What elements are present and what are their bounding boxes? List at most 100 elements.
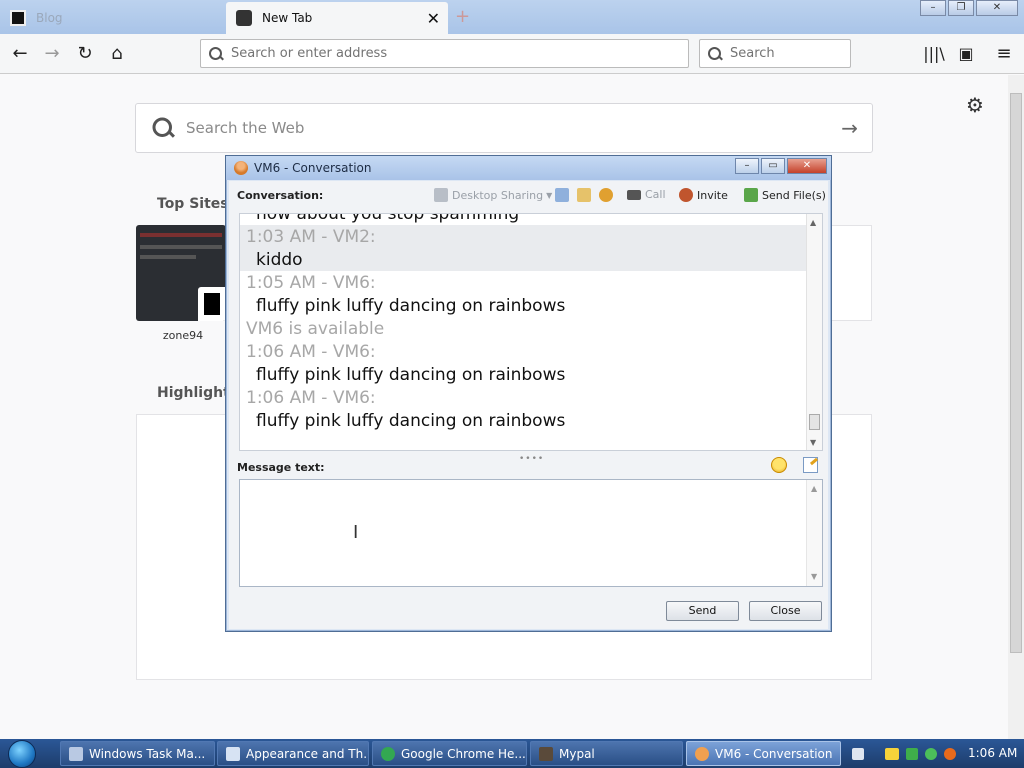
scroll-down-icon[interactable]: ▼ (811, 572, 817, 581)
top-sites-heading: Top Sites (157, 196, 229, 212)
search-bar[interactable]: Search (699, 39, 851, 68)
search-tray-icon[interactable] (944, 747, 956, 760)
dialog-maximize-button[interactable]: ▭ (761, 158, 785, 174)
message-meta: 1:03 AM - VM2: (246, 227, 376, 247)
tab-new-tab[interactable]: New Tab ✕ (226, 2, 448, 34)
tab-blog[interactable]: Blog (0, 2, 225, 34)
contact-info-button[interactable] (577, 188, 595, 202)
top-site-placeholder (826, 225, 872, 321)
message-meta: 1:05 AM - VM6: (246, 273, 376, 293)
tab-label: New Tab (262, 11, 313, 25)
green-app-icon[interactable] (906, 747, 918, 760)
call-label: Call (645, 188, 666, 201)
taskbar-clock[interactable]: 1:06 AM (968, 746, 1017, 760)
mypal-icon (539, 746, 553, 761)
search-icon (708, 46, 722, 61)
message-text: kiddo (256, 250, 303, 270)
nudge-button[interactable] (599, 188, 617, 202)
scroll-up-icon[interactable]: ▲ (810, 218, 816, 227)
chevron-down-icon: ▼ (546, 190, 553, 200)
text-cursor-icon: I (353, 522, 359, 543)
message-scrollbar[interactable]: ▲ ▼ (806, 480, 822, 586)
conversation-history[interactable]: how about you stop spamming 1:03 AM - VM… (239, 213, 823, 451)
top-site-tile-zone94[interactable] (136, 225, 226, 321)
history-button[interactable] (555, 188, 573, 202)
send-files-label: Send File(s) (762, 188, 826, 202)
dialog-close-button[interactable]: ✕ (787, 158, 827, 174)
send-button[interactable]: Send (666, 601, 739, 621)
call-button[interactable]: Call (627, 188, 666, 201)
conversation-toolbar: Conversation: Desktop Sharing ▼ Call Inv… (229, 181, 828, 211)
message-text: fluffy pink luffy dancing on rainbows (256, 296, 566, 316)
contact-card-icon (577, 188, 591, 202)
back-arrow-icon[interactable]: ← (8, 42, 32, 66)
history-icon (555, 188, 569, 202)
dialog-minimize-button[interactable]: – (735, 158, 759, 174)
invite-button[interactable]: Invite (679, 188, 728, 202)
mypal-favicon-icon (236, 10, 252, 26)
close-button[interactable]: Close (749, 601, 822, 621)
message-text: how about you stop spamming (256, 213, 520, 224)
taskbar-item-label: Google Chrome He... (401, 746, 526, 761)
page-scrollbar-thumb[interactable] (1010, 93, 1022, 653)
taskbar-item-task-manager[interactable]: Windows Task Ma... (60, 741, 215, 766)
chrome-help-icon (381, 746, 395, 761)
contact-avatar-icon (234, 161, 248, 175)
desktop-sharing-icon (434, 188, 448, 202)
minimize-window-button[interactable]: – (920, 0, 946, 16)
message-text: fluffy pink luffy dancing on rainbows (256, 411, 566, 431)
blog-favicon-icon (10, 10, 26, 26)
reload-icon[interactable]: ↻ (73, 42, 97, 66)
conversation-window: VM6 - Conversation – ▭ ✕ Conversation: D… (225, 155, 832, 632)
camera-icon (627, 189, 641, 200)
control-panel-icon (226, 746, 240, 761)
conversation-scrollbar-thumb[interactable] (809, 414, 820, 430)
new-tab-plus-icon[interactable]: + (455, 6, 470, 27)
library-icon[interactable]: |||\ (922, 42, 946, 66)
message-text-label: Message text: (237, 461, 325, 474)
formatting-note-icon[interactable] (803, 457, 818, 473)
invite-label: Invite (697, 188, 728, 202)
message-input[interactable]: I ▲ ▼ (239, 479, 823, 587)
scroll-up-icon[interactable]: ▲ (811, 484, 817, 493)
sidebar-icon[interactable]: ▣ (954, 42, 978, 66)
taskbar-item-chrome-help[interactable]: Google Chrome He... (372, 741, 527, 766)
desktop-sharing-button[interactable]: Desktop Sharing ▼ (434, 188, 552, 202)
pane-splitter[interactable]: •••• (519, 454, 544, 464)
address-bar[interactable]: Search or enter address (200, 39, 689, 68)
search-icon (152, 117, 174, 139)
taskbar-item-label: VM6 - Conversation (715, 746, 833, 761)
top-site-label: zone94 (162, 329, 204, 342)
keyboard-icon[interactable] (852, 747, 864, 760)
desktop-sharing-label: Desktop Sharing (452, 188, 544, 202)
send-file-icon (744, 188, 758, 202)
taskbar-item-appearance[interactable]: Appearance and Th... (217, 741, 369, 766)
close-window-button[interactable]: ✕ (976, 0, 1018, 16)
invite-users-icon (679, 188, 693, 202)
chat-bubble-icon[interactable] (885, 747, 899, 760)
taskbar-item-label: Windows Task Ma... (89, 746, 206, 761)
taskbar-item-mypal[interactable]: Mypal (530, 741, 683, 766)
send-files-button[interactable]: Send File(s) (744, 188, 826, 202)
taskbar-item-conversation[interactable]: VM6 - Conversation (686, 741, 841, 766)
home-icon[interactable]: ⌂ (105, 42, 129, 66)
page-scrollbar[interactable] (1008, 75, 1024, 739)
close-tab-icon[interactable]: ✕ (427, 9, 440, 28)
submit-arrow-icon[interactable]: → (841, 116, 858, 140)
conversation-label: Conversation: (237, 189, 324, 202)
gear-icon[interactable]: ⚙ (966, 93, 984, 117)
tab-label: Blog (36, 11, 63, 25)
start-button[interactable] (8, 740, 36, 768)
forward-arrow-icon[interactable]: → (40, 42, 64, 66)
conversation-scrollbar[interactable]: ▲ ▼ (806, 214, 822, 450)
conversation-title-bar[interactable]: VM6 - Conversation – ▭ ✕ (226, 156, 831, 180)
network-icon[interactable] (925, 747, 937, 760)
scroll-down-icon[interactable]: ▼ (810, 438, 816, 447)
maximize-window-button[interactable]: ❐ (948, 0, 974, 16)
web-search-box[interactable]: Search the Web → (135, 103, 873, 153)
system-tray (852, 739, 956, 768)
emoticon-icon[interactable] (771, 457, 787, 473)
taskbar-item-label: Appearance and Th... (246, 746, 369, 761)
menu-hamburger-icon[interactable]: ≡ (992, 42, 1016, 66)
status-text: VM6 is available (246, 319, 385, 339)
